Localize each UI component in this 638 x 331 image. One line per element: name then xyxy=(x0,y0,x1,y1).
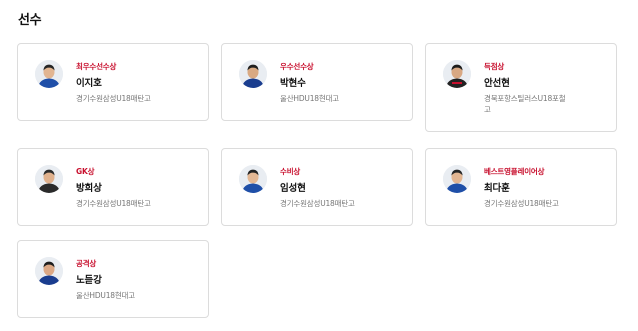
team-name: 울산HDU18현대고 xyxy=(76,291,135,300)
player-photo xyxy=(35,60,63,88)
player-name: 최다훈 xyxy=(484,183,510,194)
team-name-line: 경북포항스틸러스U18포철 xyxy=(484,94,566,103)
section-title: 선수 xyxy=(18,13,42,28)
player-photo xyxy=(239,165,267,193)
team-name-line: 고 xyxy=(484,105,491,114)
player-card[interactable]: 공격상 노듣강 울산HDU18현대고 xyxy=(17,240,209,318)
award-players-page: 선수 최우수선수상 이지호 경기수원삼성U18매탄고 우수선수상 박현수 울산H… xyxy=(0,0,638,331)
award-label: 수비상 xyxy=(280,167,301,176)
player-photo xyxy=(35,165,63,193)
award-label: 베스트영플레이어상 xyxy=(484,167,545,176)
player-name: 노듣강 xyxy=(76,275,102,286)
player-card[interactable]: GK상 방희상 경기수원삼성U18매탄고 xyxy=(17,148,209,226)
player-name: 박현수 xyxy=(280,78,306,89)
player-card[interactable]: 득점상 안선현 경북포항스틸러스U18포철 고 xyxy=(425,43,617,132)
player-photo xyxy=(239,60,267,88)
award-label: 우수선수상 xyxy=(280,62,314,71)
player-name: 이지호 xyxy=(76,78,102,89)
player-photo xyxy=(443,60,471,88)
player-name: 임성현 xyxy=(280,183,306,194)
award-label: 득점상 xyxy=(484,62,505,71)
team-name: 경기수원삼성U18매탄고 xyxy=(280,199,355,208)
award-label: GK상 xyxy=(76,167,95,176)
player-card[interactable]: 베스트영플레이어상 최다훈 경기수원삼성U18매탄고 xyxy=(425,148,617,226)
team-name: 울산HDU18현대고 xyxy=(280,94,339,103)
team-name: 경기수원삼성U18매탄고 xyxy=(76,94,151,103)
team-name: 경기수원삼성U18매탄고 xyxy=(484,199,559,208)
award-label: 최우수선수상 xyxy=(76,62,117,71)
player-card[interactable]: 수비상 임성현 경기수원삼성U18매탄고 xyxy=(221,148,413,226)
player-card[interactable]: 최우수선수상 이지호 경기수원삼성U18매탄고 xyxy=(17,43,209,121)
team-name: 경북포항스틸러스U18포철 고 xyxy=(484,93,584,115)
player-card[interactable]: 우수선수상 박현수 울산HDU18현대고 xyxy=(221,43,413,121)
award-label: 공격상 xyxy=(76,259,97,268)
player-photo xyxy=(443,165,471,193)
player-name: 방희상 xyxy=(76,183,102,194)
player-name: 안선현 xyxy=(484,78,510,89)
player-photo xyxy=(35,257,63,285)
team-name: 경기수원삼성U18매탄고 xyxy=(76,199,151,208)
